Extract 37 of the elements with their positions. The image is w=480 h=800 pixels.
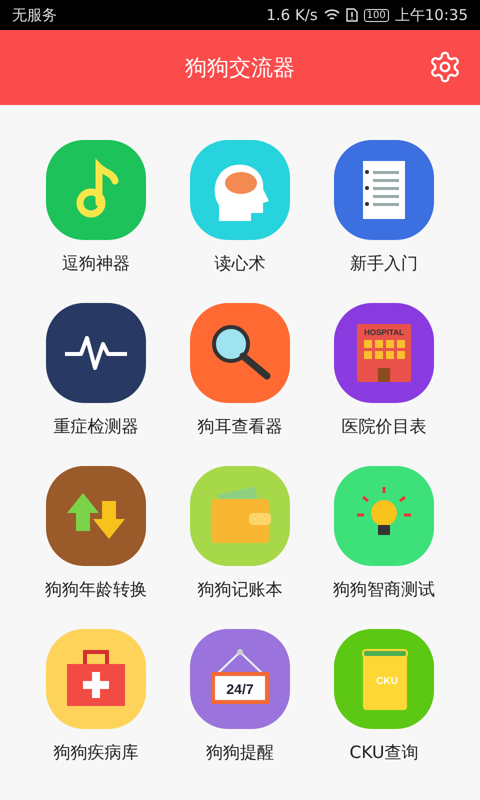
hospital-sign: HOSPITAL: [364, 328, 404, 337]
app-tile[interactable]: [190, 466, 290, 566]
app-label: 新手入门: [350, 253, 418, 275]
app-tile[interactable]: 24/7: [190, 629, 290, 729]
app-tile[interactable]: HOSPITAL: [334, 303, 434, 403]
hospital-building-drawing: [357, 324, 411, 382]
app-tile[interactable]: [46, 140, 146, 240]
app-label: 读心术: [214, 253, 266, 275]
book-drawing: [362, 649, 408, 710]
app-label: 逗狗神器: [62, 253, 130, 275]
app-label: CKU查询: [349, 742, 418, 764]
sim-alert-icon: [346, 8, 358, 22]
app-label: 狗狗智商测试: [333, 579, 435, 601]
settings-icon[interactable]: [428, 50, 462, 84]
app-label: 狗狗年龄转换: [45, 579, 147, 601]
app-label: 狗耳查看器: [198, 416, 282, 438]
app-label: 医院价目表: [342, 416, 426, 438]
network-speed: 1.6 K/s: [266, 6, 318, 24]
app-tile[interactable]: [46, 629, 146, 729]
app-tile[interactable]: [46, 466, 146, 566]
app-label: 狗狗记账本: [198, 579, 282, 601]
app-tile[interactable]: [190, 303, 290, 403]
sign-text: 24/7: [226, 681, 254, 697]
wifi-icon: [324, 8, 340, 22]
clock-time: 上午10:35: [394, 6, 468, 24]
book-title: CKU: [376, 676, 398, 687]
app-label: 狗狗疾病库: [54, 742, 138, 764]
app-label: 重症检测器: [54, 416, 138, 438]
app-tile[interactable]: [190, 140, 290, 240]
battery-level: 100: [364, 8, 389, 22]
app-label: 狗狗提醒: [206, 742, 274, 764]
app-title: 狗狗交流器: [185, 54, 295, 82]
app-tile[interactable]: [334, 140, 434, 240]
app-tile[interactable]: [46, 303, 146, 403]
carrier-text: 无服务: [12, 6, 57, 24]
hanging-sign-drawing: [211, 649, 269, 704]
app-tile[interactable]: [334, 466, 434, 566]
